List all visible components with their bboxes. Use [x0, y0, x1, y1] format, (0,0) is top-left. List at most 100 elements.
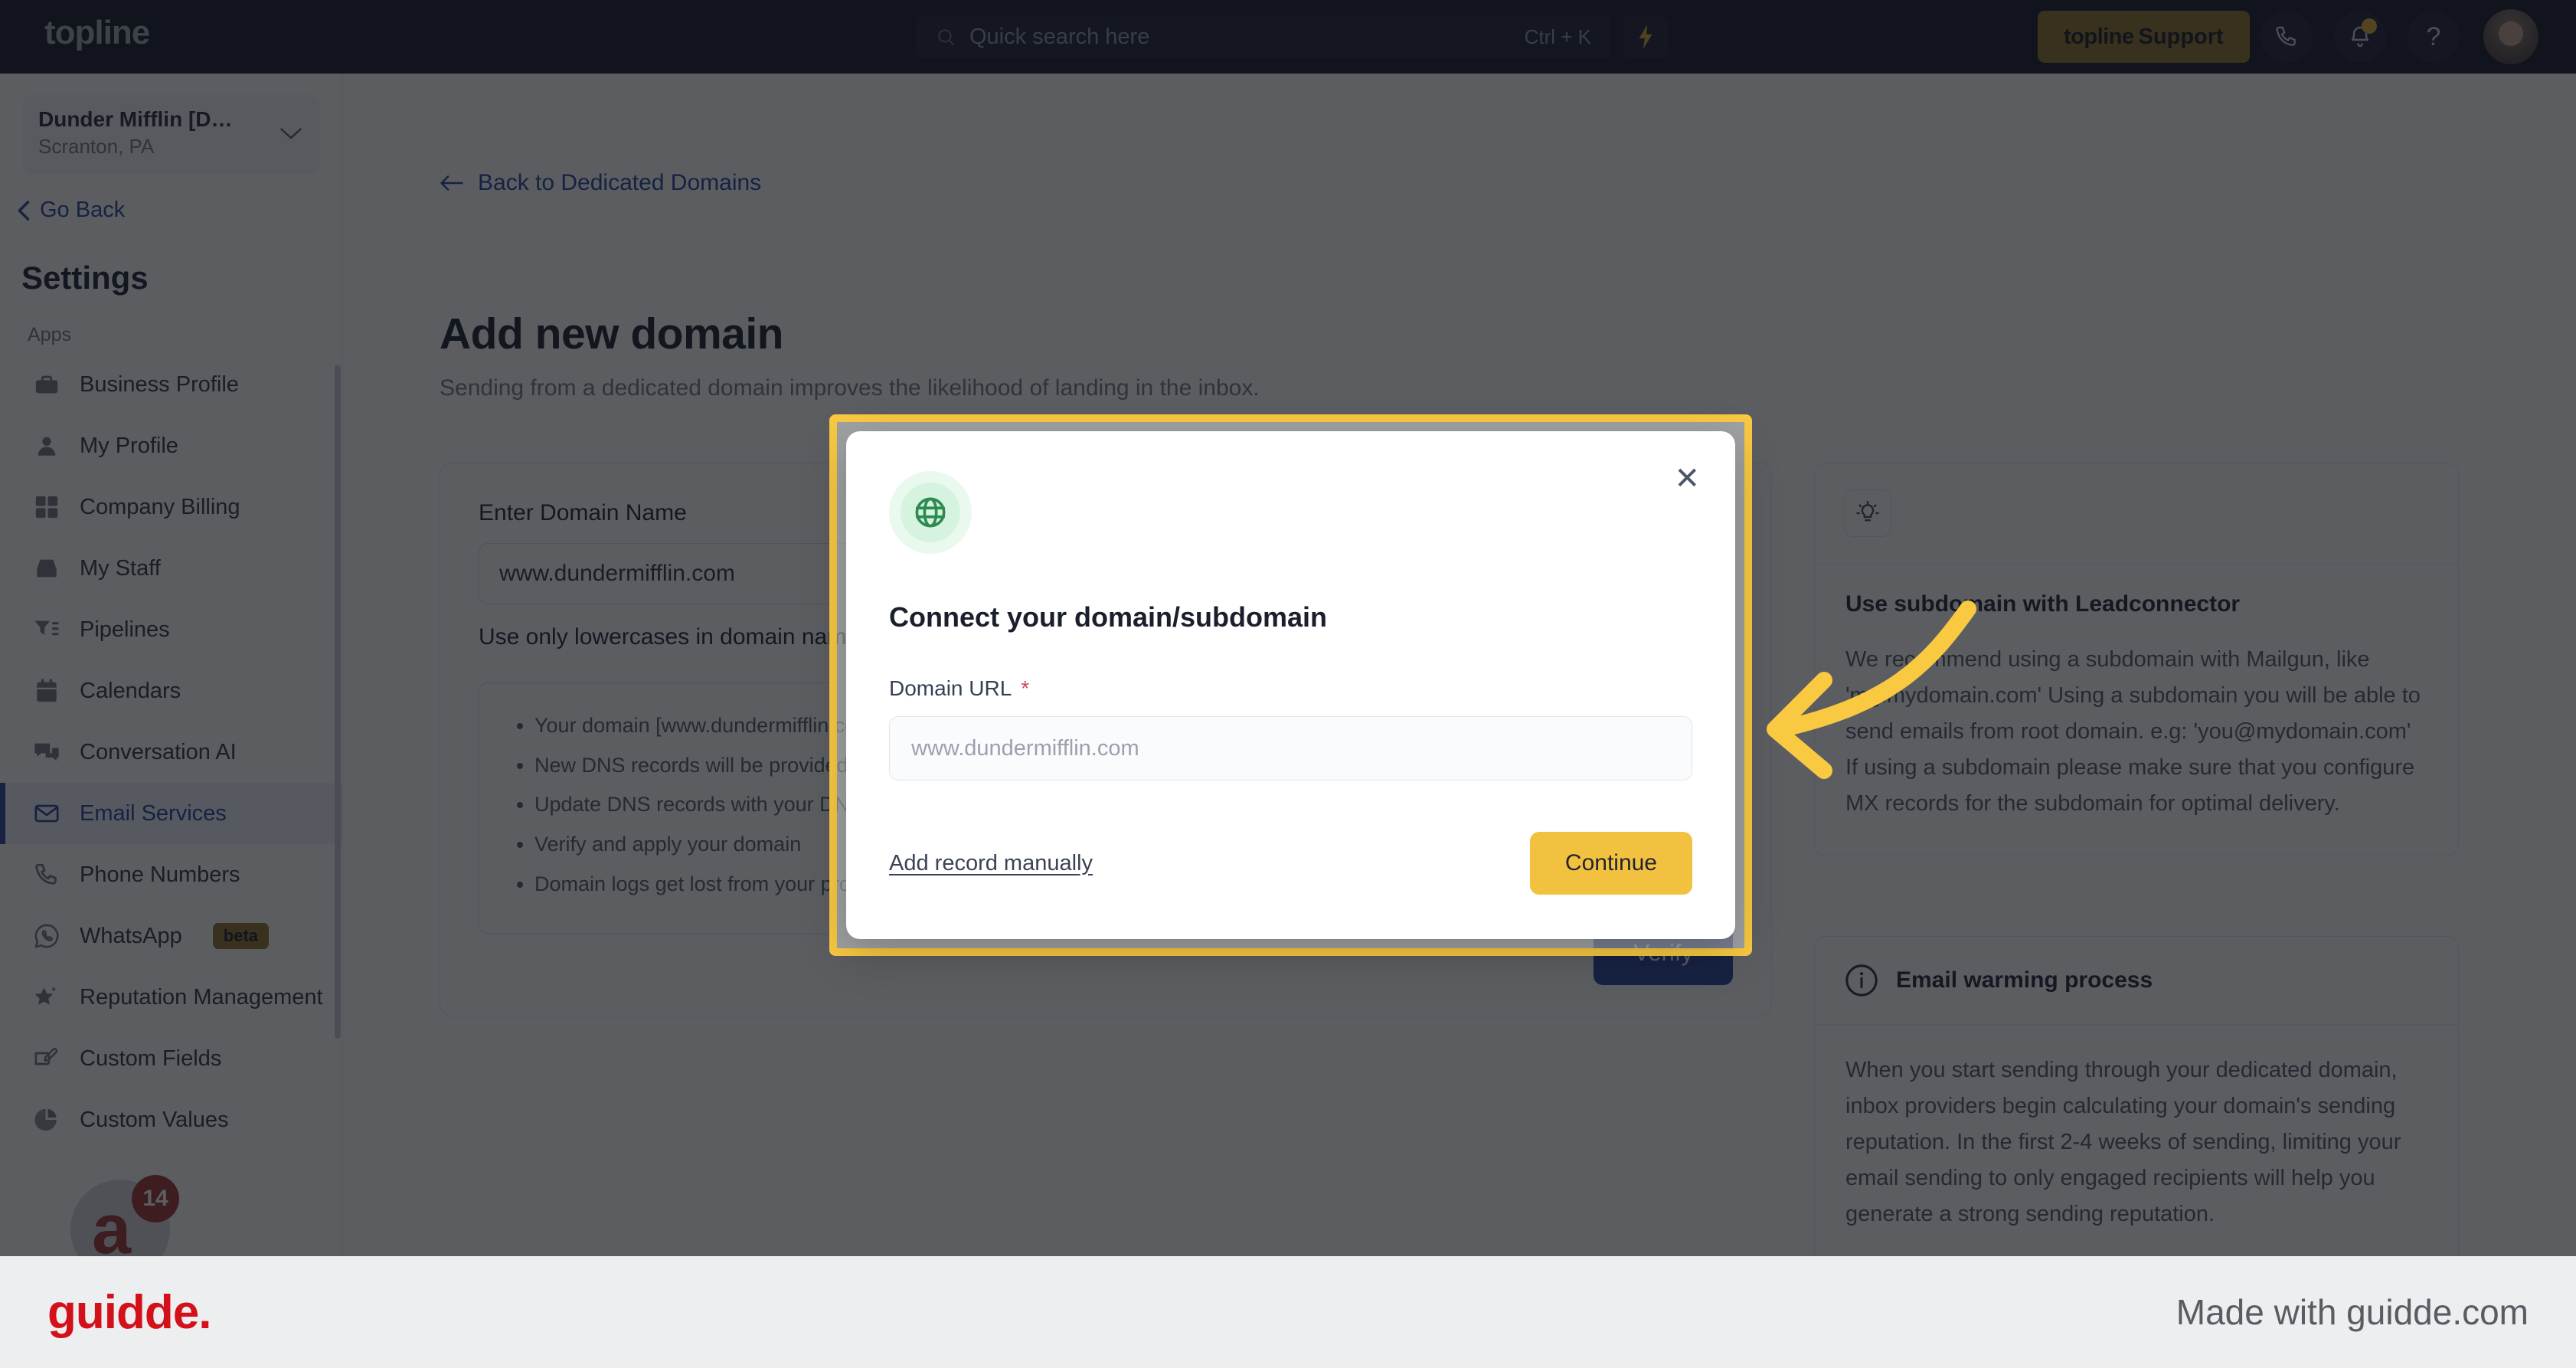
lightning-bolt-icon	[1639, 25, 1652, 49]
card-header: Email warming process	[1815, 937, 2458, 1025]
chevron-left-icon	[18, 200, 30, 221]
sidebar-item-custom-fields[interactable]: Custom Fields	[0, 1028, 342, 1089]
sidebar-item-custom-values[interactable]: Custom Values	[0, 1089, 342, 1150]
sidebar-item-label: My Profile	[80, 433, 178, 458]
chat-widget-glyph: a	[92, 1190, 132, 1256]
phone-button[interactable]	[2261, 11, 2313, 63]
chat-widget-launcher[interactable]: a 14	[70, 1175, 179, 1256]
modal-footer: Add record manually Continue	[889, 832, 1692, 895]
sidebar-scrollbar[interactable]	[335, 365, 341, 1039]
chat-bubbles-icon	[34, 743, 59, 761]
domain-url-input[interactable]: www.dundermifflin.com	[889, 716, 1692, 781]
support-button-brand: topline	[2064, 24, 2134, 49]
card-title: Use subdomain with Leadconnector	[1845, 591, 2241, 617]
sidebar-item-label: Phone Numbers	[80, 862, 240, 887]
search-placeholder: Quick search here	[969, 24, 1150, 49]
domain-url-placeholder: www.dundermifflin.com	[911, 735, 1139, 761]
card-body: When you start sending through your dedi…	[1815, 1025, 2458, 1256]
domain-url-label-text: Domain URL	[889, 676, 1012, 700]
star-sparkle-icon	[34, 986, 57, 1005]
app-root: topline Quick search here Ctrl + K topli…	[0, 0, 2576, 1368]
email-warming-card: Email warming process When you start sen…	[1814, 936, 2459, 1256]
sidebar-item-reputation-management[interactable]: Reputation Management	[0, 967, 342, 1028]
support-button[interactable]: topline Support	[2038, 11, 2250, 63]
close-icon[interactable]: ✕	[1674, 463, 1700, 494]
back-to-dedicated-domains-link[interactable]: Back to Dedicated Domains	[440, 170, 761, 196]
card-text: We recommend using a subdomain with Mail…	[1845, 647, 2421, 816]
sidebar-item-label: WhatsApp	[80, 923, 182, 948]
sidebar-item-phone-numbers[interactable]: Phone Numbers	[0, 844, 342, 905]
domain-name-value: www.dundermifflin.com	[499, 561, 735, 586]
chat-unread-badge: 14	[132, 1175, 179, 1222]
subdomain-info-card: Use subdomain with Leadconnector We reco…	[1814, 463, 2459, 856]
notifications-button[interactable]	[2334, 11, 2386, 63]
lightbulb-icon	[1856, 500, 1879, 522]
location-sub: Scranton, PA	[38, 135, 155, 158]
go-back-label: Go Back	[40, 198, 126, 222]
modal-title: Connect your domain/subdomain	[889, 601, 1328, 633]
search-input[interactable]: Quick search here Ctrl + K	[916, 15, 1611, 58]
chevron-down-icon	[280, 128, 302, 139]
add-record-manually-link[interactable]: Add record manually	[889, 851, 1093, 876]
sidebar-item-my-staff[interactable]: My Staff	[0, 538, 342, 599]
sidebar-item-label: Company Billing	[80, 494, 240, 519]
back-link-label: Back to Dedicated Domains	[478, 170, 762, 195]
calculator-icon	[35, 496, 58, 519]
globe-icon	[915, 497, 946, 528]
person-icon	[38, 437, 56, 456]
beta-badge: beta	[212, 923, 270, 949]
sidebar-item-label: Custom Fields	[80, 1046, 222, 1071]
location-switcher[interactable]: Dunder Mifflin [D… Scranton, PA	[23, 95, 319, 175]
card-header-title: Email warming process	[1896, 967, 2153, 993]
pie-chart-icon	[34, 1108, 57, 1131]
sidebar-item-company-billing[interactable]: Company Billing	[0, 476, 342, 538]
quick-actions-button[interactable]	[1623, 15, 1668, 58]
sidebar-title: Settings	[21, 260, 149, 296]
sidebar-section-label: Apps	[28, 324, 71, 345]
notification-dot	[2362, 18, 2377, 34]
sidebar-item-whatsapp[interactable]: WhatsApp beta	[0, 905, 342, 967]
sidebar-item-label: Calendars	[80, 678, 181, 703]
sidebar-item-email-services[interactable]: Email Services	[0, 783, 342, 844]
briefcase-icon	[35, 375, 58, 394]
made-with-guidde-text: Made with guidde.com	[2176, 1292, 2529, 1332]
globe-icon-badge	[889, 471, 972, 554]
search-icon	[938, 29, 954, 45]
sidebar-item-label: Email Services	[80, 800, 227, 826]
whatsapp-icon	[34, 924, 59, 948]
highlight-frame: ✕ Connect your domain/subdomain Domain U…	[829, 414, 1752, 956]
sidebar-item-label: Custom Values	[80, 1107, 229, 1132]
sidebar-item-my-profile[interactable]: My Profile	[0, 415, 342, 476]
lightbulb-icon-box	[1844, 489, 1891, 537]
sidebar-item-label: Business Profile	[80, 371, 239, 397]
sidebar: Dunder Mifflin [D… Scranton, PA Go Back …	[0, 74, 343, 1256]
question-mark-icon: ?	[2426, 21, 2441, 51]
sidebar-item-pipelines[interactable]: Pipelines	[0, 599, 342, 660]
search-shortcut: Ctrl + K	[1524, 25, 1591, 48]
card-header	[1815, 463, 2458, 564]
help-button[interactable]: ?	[2408, 11, 2460, 63]
card-body: Use subdomain with Leadconnector We reco…	[1815, 564, 2458, 856]
guidde-footer: guidde. Made with guidde.com	[0, 1256, 2576, 1368]
go-back-link[interactable]: Go Back	[17, 198, 342, 223]
sidebar-item-label: Conversation AI	[80, 739, 237, 764]
continue-button[interactable]: Continue	[1529, 832, 1692, 895]
location-name: Dunder Mifflin [D…	[38, 107, 233, 131]
sidebar-item-label: Pipelines	[80, 617, 170, 642]
calendar-icon	[37, 679, 57, 702]
support-button-label: Support	[2138, 24, 2224, 49]
connect-domain-modal: ✕ Connect your domain/subdomain Domain U…	[846, 431, 1735, 939]
topline-logo: topline	[44, 14, 150, 51]
top-navigation-bar: topline Quick search here Ctrl + K topli…	[0, 0, 2576, 74]
sidebar-item-label: My Staff	[80, 555, 161, 581]
required-marker: *	[1021, 676, 1030, 700]
phone-icon	[35, 863, 57, 885]
edit-field-icon	[34, 1048, 58, 1065]
guidde-logo: guidde.	[47, 1285, 211, 1339]
envelope-icon	[34, 804, 59, 823]
sidebar-item-business-profile[interactable]: Business Profile	[0, 354, 342, 415]
sidebar-item-conversation-ai[interactable]: Conversation AI	[0, 722, 342, 783]
avatar[interactable]	[2483, 9, 2538, 64]
sidebar-item-calendars[interactable]: Calendars	[0, 660, 342, 722]
card-text: When you start sending through your dedi…	[1845, 1058, 2401, 1226]
